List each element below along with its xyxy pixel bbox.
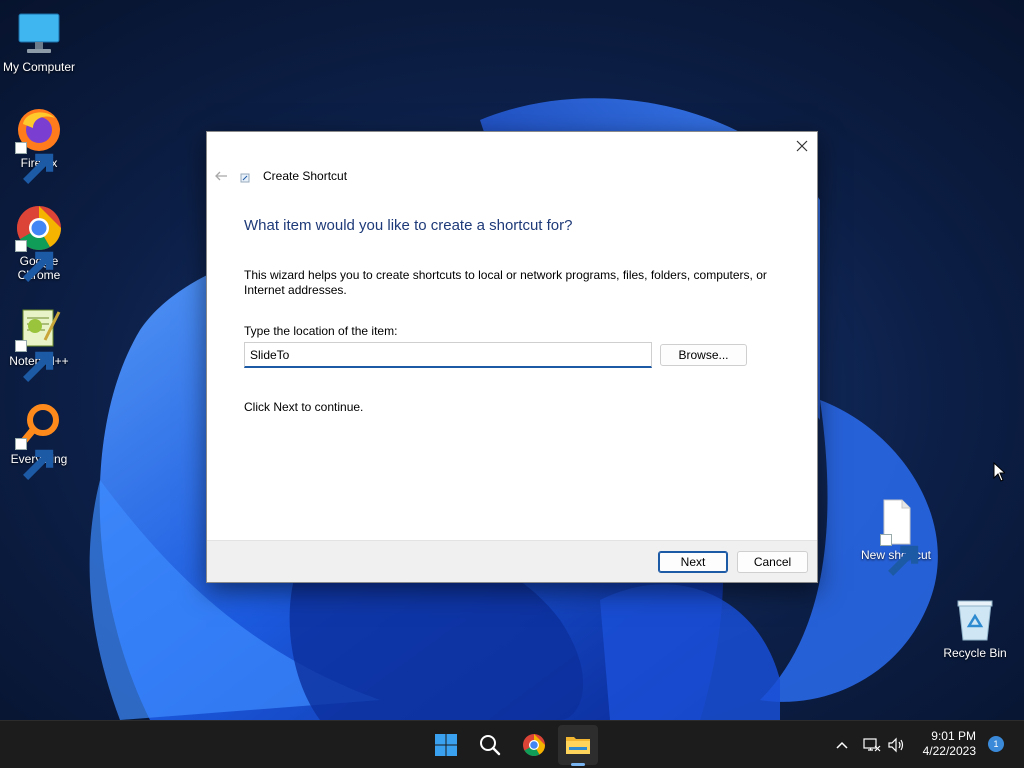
next-button[interactable]: Next (658, 551, 728, 573)
desktop-icon-google-chrome[interactable]: Google Chrome (0, 204, 78, 282)
file-explorer-icon (566, 737, 590, 754)
location-input[interactable] (244, 342, 652, 368)
taskbar-running-indicator (571, 763, 585, 766)
speaker-icon (888, 737, 904, 753)
close-icon (796, 140, 808, 152)
close-button[interactable] (787, 132, 817, 160)
cancel-button[interactable]: Cancel (737, 551, 808, 573)
dialog-footer: Next Cancel (207, 540, 817, 582)
shortcut-arrow-icon (15, 438, 54, 480)
mouse-cursor-icon (993, 462, 1005, 482)
taskbar-clock[interactable]: 9:01 PM 4/22/2023 (923, 729, 976, 759)
dialog-title: Create Shortcut (263, 169, 348, 183)
taskbar-chrome-button[interactable] (518, 729, 550, 761)
shortcut-wizard-icon (240, 173, 250, 183)
blank-file-icon (872, 498, 920, 576)
recycle-bin-icon (951, 596, 999, 644)
desktop-icon-label: My Computer (2, 60, 76, 74)
back-arrow-icon[interactable] (213, 168, 229, 184)
everything-search-icon (15, 402, 63, 480)
desktop-icon-firefox[interactable]: Firefox (0, 106, 78, 184)
desktop-icon-new-shortcut[interactable]: New shortcut (857, 498, 935, 576)
notepad-plus-plus-icon (15, 304, 63, 382)
wizard-intro-text: This wizard helps you to create shortcut… (244, 268, 767, 297)
shortcut-arrow-icon (880, 534, 919, 576)
create-shortcut-dialog: Create Shortcut What item would you like… (206, 131, 818, 583)
browse-button[interactable]: Browse... (660, 344, 747, 366)
desktop-icon-notepad-plus-plus[interactable]: Notepad++ (0, 304, 78, 382)
shortcut-arrow-icon (15, 240, 54, 282)
clock-date: 4/22/2023 (922, 744, 976, 758)
continue-hint: Click Next to continue. (244, 400, 364, 414)
show-hidden-icons-button[interactable] (826, 729, 858, 761)
taskbar-search-button[interactable] (474, 729, 506, 761)
taskbar-file-explorer-button[interactable] (562, 729, 594, 761)
search-icon (480, 735, 501, 756)
chevron-up-icon (836, 741, 848, 749)
desktop-icon-my-computer[interactable]: My Computer (0, 10, 78, 74)
desktop-icon-everything[interactable]: Everything (0, 402, 78, 480)
chrome-icon (523, 734, 545, 756)
network-icon (863, 738, 881, 752)
wizard-heading: What item would you like to create a sho… (244, 217, 573, 234)
clock-time: 9:01 PM (931, 729, 976, 743)
monitor-icon (15, 10, 63, 58)
taskbar: 9:01 PM 4/22/2023 (0, 720, 1024, 768)
desktop-icon-label: Recycle Bin (943, 646, 1007, 660)
desktop-icon-recycle-bin[interactable]: Recycle Bin (936, 596, 1014, 660)
windows-start-icon (435, 734, 457, 756)
shortcut-arrow-icon (15, 142, 54, 184)
chrome-icon (15, 204, 63, 282)
notification-badge[interactable]: 1 (988, 736, 1004, 752)
taskbar-start-button[interactable] (430, 729, 462, 761)
shortcut-arrow-icon (15, 340, 54, 382)
volume-button[interactable] (881, 729, 913, 761)
location-label: Type the location of the item: (244, 324, 398, 338)
firefox-icon (15, 106, 63, 184)
